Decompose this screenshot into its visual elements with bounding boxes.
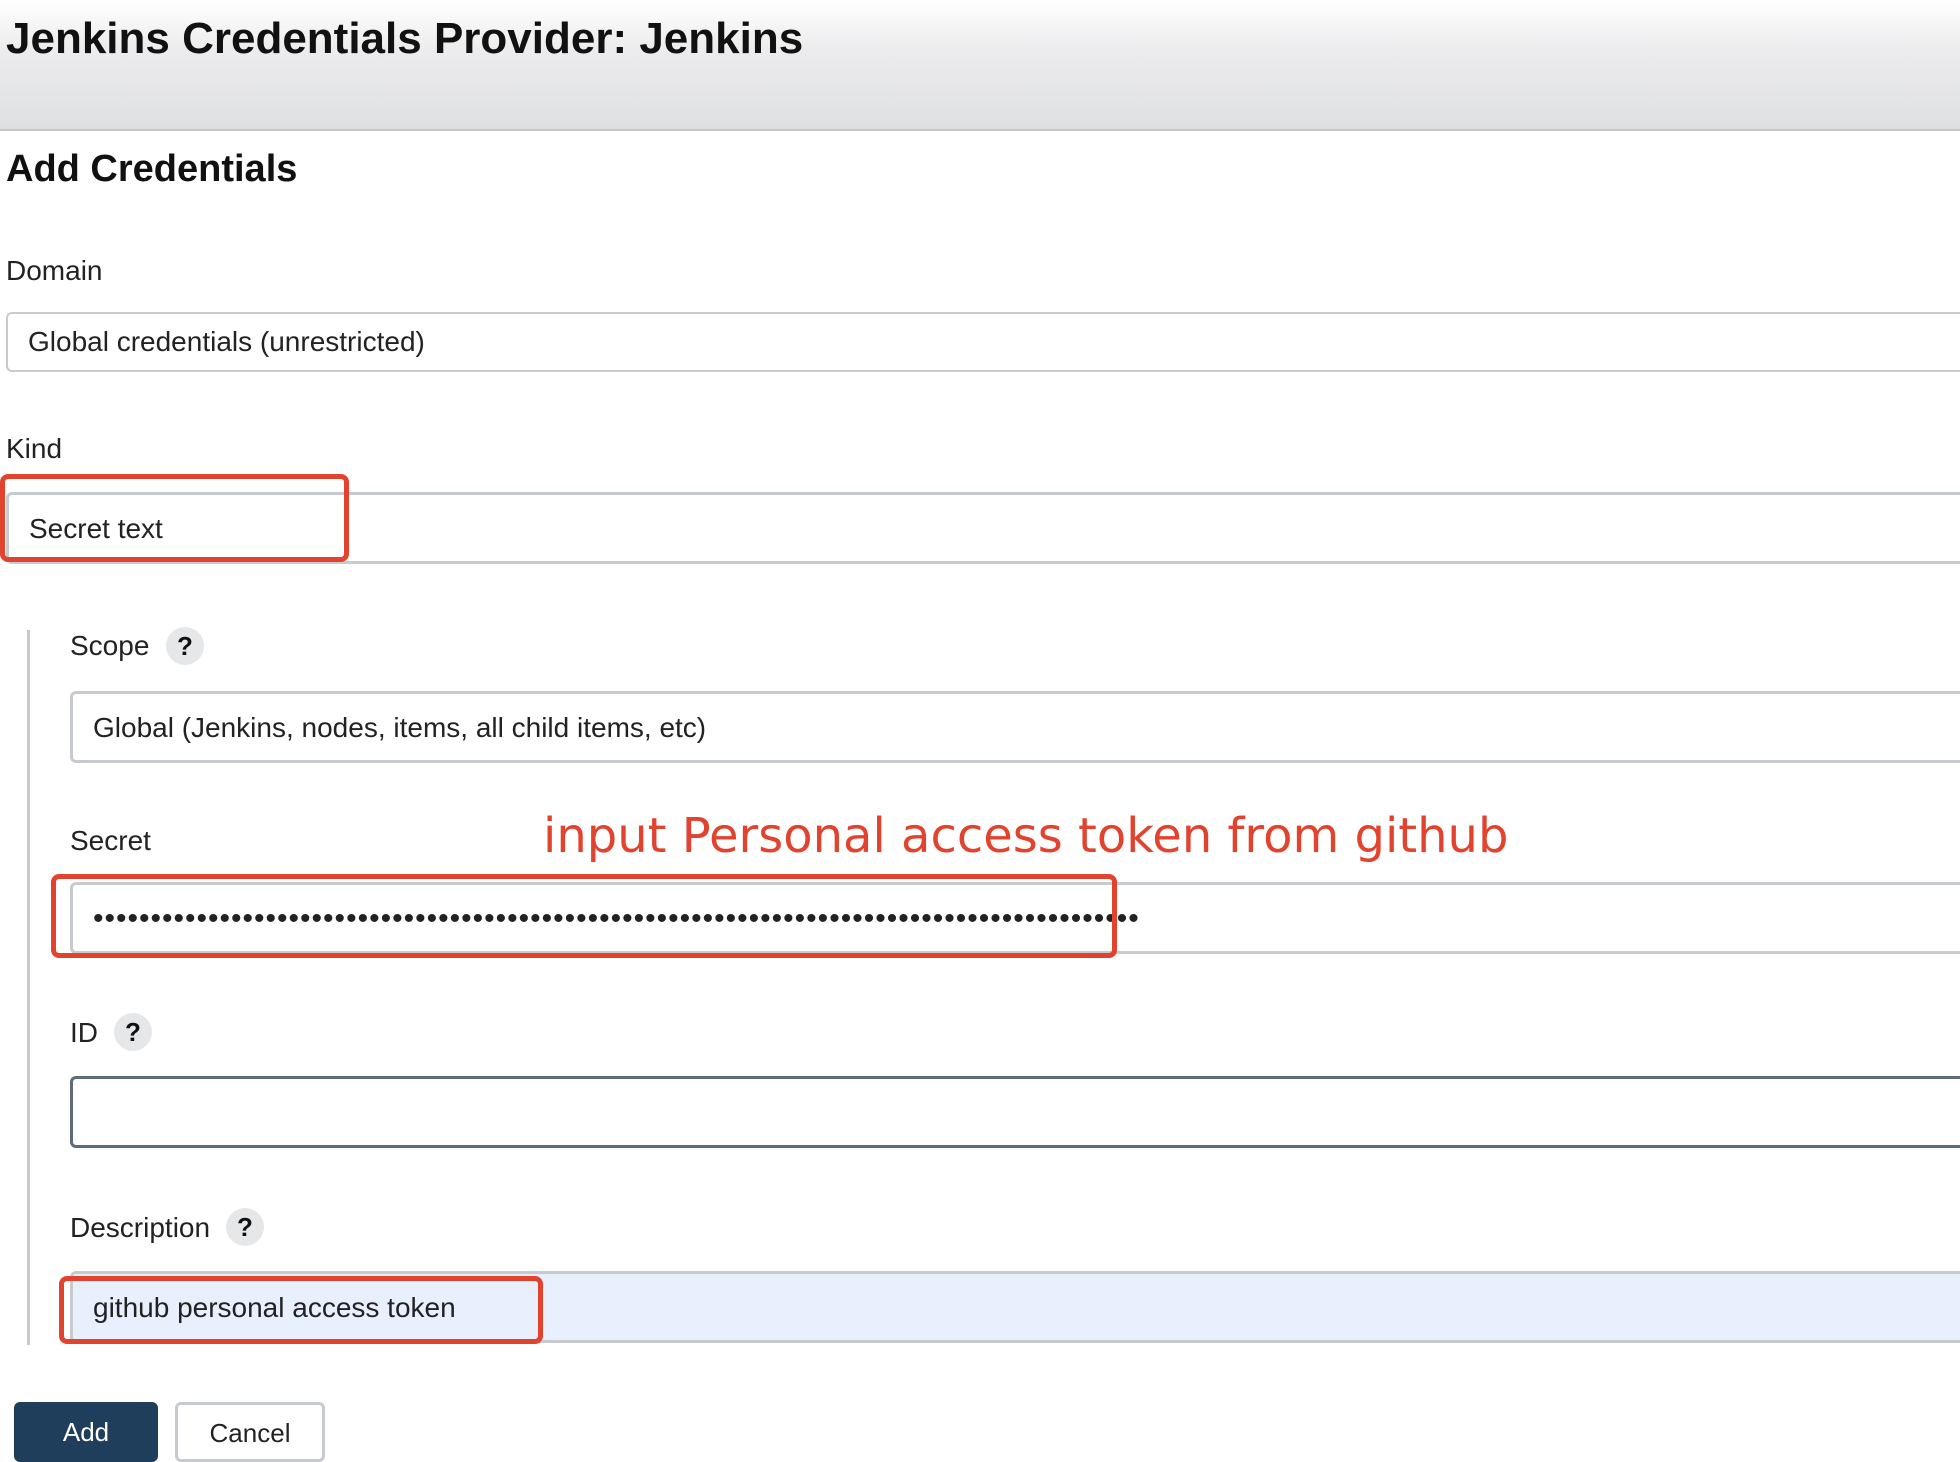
- scope-select[interactable]: Global (Jenkins, nodes, items, all child…: [70, 691, 1960, 763]
- domain-select[interactable]: Global credentials (unrestricted): [6, 312, 1960, 372]
- annotation-text: input Personal access token from github: [543, 808, 1509, 864]
- kind-select[interactable]: Secret text: [6, 492, 1960, 564]
- secret-input[interactable]: ••••••••••••••••••••••••••••••••••••••••…: [70, 882, 1960, 954]
- scope-help-icon[interactable]: ?: [166, 627, 204, 665]
- form-title: Add Credentials: [6, 148, 298, 190]
- id-input[interactable]: [70, 1076, 1960, 1148]
- scope-label: Scope: [70, 630, 150, 661]
- description-label: Description: [70, 1212, 211, 1243]
- id-label: ID: [70, 1017, 98, 1048]
- page-header: Jenkins Credentials Provider: Jenkins: [0, 0, 1960, 131]
- description-help-icon[interactable]: ?: [226, 1208, 264, 1246]
- id-help-icon[interactable]: ?: [114, 1013, 152, 1051]
- domain-label: Domain: [6, 255, 103, 286]
- add-button[interactable]: Add: [14, 1402, 158, 1462]
- secret-label: Secret: [70, 825, 151, 856]
- page-title: Jenkins Credentials Provider: Jenkins: [6, 14, 804, 63]
- description-input[interactable]: github personal access token: [70, 1271, 1960, 1343]
- cancel-button[interactable]: Cancel: [175, 1402, 325, 1462]
- kind-label: Kind: [6, 433, 63, 464]
- kind-options-indent-bar: [27, 630, 30, 1345]
